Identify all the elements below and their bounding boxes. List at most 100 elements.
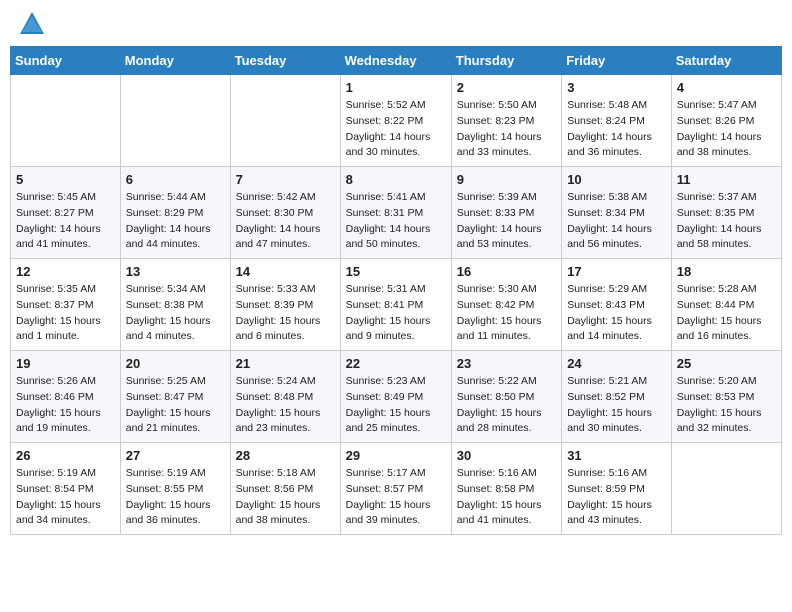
day-number: 24 [567,356,666,371]
day-number: 12 [16,264,115,279]
day-info: Sunrise: 5:47 AMSunset: 8:26 PMDaylight:… [677,98,776,161]
day-number: 11 [677,172,776,187]
day-number: 18 [677,264,776,279]
day-number: 16 [457,264,556,279]
day-number: 19 [16,356,115,371]
day-info: Sunrise: 5:20 AMSunset: 8:53 PMDaylight:… [677,374,776,437]
day-info: Sunrise: 5:25 AMSunset: 8:47 PMDaylight:… [126,374,225,437]
weekday-header-friday: Friday [562,47,672,75]
day-info: Sunrise: 5:17 AMSunset: 8:57 PMDaylight:… [346,466,446,529]
day-number: 4 [677,80,776,95]
day-number: 31 [567,448,666,463]
calendar-day-9: 9 Sunrise: 5:39 AMSunset: 8:33 PMDaylight… [451,167,561,259]
day-number: 30 [457,448,556,463]
calendar-day-26: 26 Sunrise: 5:19 AMSunset: 8:54 PMDayligh… [11,443,121,535]
day-number: 23 [457,356,556,371]
day-number: 5 [16,172,115,187]
day-number: 8 [346,172,446,187]
calendar-day-31: 31 Sunrise: 5:16 AMSunset: 8:59 PMDayligh… [562,443,672,535]
day-info: Sunrise: 5:16 AMSunset: 8:59 PMDaylight:… [567,466,666,529]
day-info: Sunrise: 5:34 AMSunset: 8:38 PMDaylight:… [126,282,225,345]
calendar-day-10: 10 Sunrise: 5:38 AMSunset: 8:34 PMDayligh… [562,167,672,259]
calendar-day-18: 18 Sunrise: 5:28 AMSunset: 8:44 PMDayligh… [671,259,781,351]
calendar-day-5: 5 Sunrise: 5:45 AMSunset: 8:27 PMDaylight… [11,167,121,259]
day-info: Sunrise: 5:19 AMSunset: 8:54 PMDaylight:… [16,466,115,529]
day-number: 13 [126,264,225,279]
calendar-week-row: 1 Sunrise: 5:52 AMSunset: 8:22 PMDaylight… [11,75,782,167]
day-number: 1 [346,80,446,95]
weekday-header-monday: Monday [120,47,230,75]
calendar-week-row: 19 Sunrise: 5:26 AMSunset: 8:46 PMDayligh… [11,351,782,443]
day-number: 3 [567,80,666,95]
day-number: 21 [236,356,335,371]
day-info: Sunrise: 5:28 AMSunset: 8:44 PMDaylight:… [677,282,776,345]
day-info: Sunrise: 5:38 AMSunset: 8:34 PMDaylight:… [567,190,666,253]
calendar-day-1: 1 Sunrise: 5:52 AMSunset: 8:22 PMDaylight… [340,75,451,167]
day-info: Sunrise: 5:26 AMSunset: 8:46 PMDaylight:… [16,374,115,437]
page-header [10,10,782,38]
calendar-day-3: 3 Sunrise: 5:48 AMSunset: 8:24 PMDaylight… [562,75,672,167]
day-info: Sunrise: 5:29 AMSunset: 8:43 PMDaylight:… [567,282,666,345]
day-number: 26 [16,448,115,463]
calendar-day-6: 6Sunrise: 5:44 AMSunset: 8:29 PMDaylight… [120,167,230,259]
calendar-day-19: 19 Sunrise: 5:26 AMSunset: 8:46 PMDayligh… [11,351,121,443]
logo [14,10,46,38]
calendar-day-8: 8 Sunrise: 5:41 AMSunset: 8:31 PMDaylight… [340,167,451,259]
logo-icon [18,10,46,38]
day-number: 6 [126,172,225,187]
calendar-empty-cell [671,443,781,535]
day-info: Sunrise: 5:52 AMSunset: 8:22 PMDaylight:… [346,98,446,161]
weekday-header-wednesday: Wednesday [340,47,451,75]
calendar-day-23: 23Sunrise: 5:22 AMSunset: 8:50 PMDayligh… [451,351,561,443]
weekday-header-thursday: Thursday [451,47,561,75]
calendar-day-17: 17 Sunrise: 5:29 AMSunset: 8:43 PMDayligh… [562,259,672,351]
calendar-day-21: 21 Sunrise: 5:24 AMSunset: 8:48 PMDayligh… [230,351,340,443]
weekday-header-row: SundayMondayTuesdayWednesdayThursdayFrid… [11,47,782,75]
day-info: Sunrise: 5:18 AMSunset: 8:56 PMDaylight:… [236,466,335,529]
day-info: Sunrise: 5:23 AMSunset: 8:49 PMDaylight:… [346,374,446,437]
day-number: 25 [677,356,776,371]
day-info: Sunrise: 5:35 AMSunset: 8:37 PMDaylight:… [16,282,115,345]
day-number: 10 [567,172,666,187]
day-info: Sunrise: 5:41 AMSunset: 8:31 PMDaylight:… [346,190,446,253]
day-info: Sunrise: 5:45 AMSunset: 8:27 PMDaylight:… [16,190,115,253]
calendar-week-row: 5 Sunrise: 5:45 AMSunset: 8:27 PMDaylight… [11,167,782,259]
day-number: 2 [457,80,556,95]
day-info: Sunrise: 5:21 AMSunset: 8:52 PMDaylight:… [567,374,666,437]
day-info: Sunrise: 5:24 AMSunset: 8:48 PMDaylight:… [236,374,335,437]
calendar-empty-cell [120,75,230,167]
calendar-empty-cell [230,75,340,167]
day-info: Sunrise: 5:16 AMSunset: 8:58 PMDaylight:… [457,466,556,529]
calendar-week-row: 12 Sunrise: 5:35 AMSunset: 8:37 PMDayligh… [11,259,782,351]
calendar-day-24: 24 Sunrise: 5:21 AMSunset: 8:52 PMDayligh… [562,351,672,443]
day-number: 17 [567,264,666,279]
day-number: 9 [457,172,556,187]
calendar-day-30: 30 Sunrise: 5:16 AMSunset: 8:58 PMDayligh… [451,443,561,535]
day-number: 28 [236,448,335,463]
day-number: 7 [236,172,335,187]
calendar-day-27: 27 Sunrise: 5:19 AMSunset: 8:55 PMDayligh… [120,443,230,535]
day-info: Sunrise: 5:50 AMSunset: 8:23 PMDaylight:… [457,98,556,161]
day-info: Sunrise: 5:39 AMSunset: 8:33 PMDaylight:… [457,190,556,253]
calendar-table: SundayMondayTuesdayWednesdayThursdayFrid… [10,46,782,535]
calendar-day-28: 28 Sunrise: 5:18 AMSunset: 8:56 PMDayligh… [230,443,340,535]
calendar-day-13: 13 Sunrise: 5:34 AMSunset: 8:38 PMDayligh… [120,259,230,351]
weekday-header-sunday: Sunday [11,47,121,75]
day-info: Sunrise: 5:31 AMSunset: 8:41 PMDaylight:… [346,282,446,345]
day-info: Sunrise: 5:48 AMSunset: 8:24 PMDaylight:… [567,98,666,161]
day-number: 29 [346,448,446,463]
calendar-day-12: 12 Sunrise: 5:35 AMSunset: 8:37 PMDayligh… [11,259,121,351]
calendar-day-14: 14Sunrise: 5:33 AMSunset: 8:39 PMDayligh… [230,259,340,351]
calendar-day-7: 7Sunrise: 5:42 AMSunset: 8:30 PMDaylight… [230,167,340,259]
day-number: 14 [236,264,335,279]
calendar-day-20: 20 Sunrise: 5:25 AMSunset: 8:47 PMDayligh… [120,351,230,443]
calendar-day-22: 22 Sunrise: 5:23 AMSunset: 8:49 PMDayligh… [340,351,451,443]
calendar-day-15: 15 Sunrise: 5:31 AMSunset: 8:41 PMDayligh… [340,259,451,351]
day-info: Sunrise: 5:19 AMSunset: 8:55 PMDaylight:… [126,466,225,529]
calendar-day-29: 29 Sunrise: 5:17 AMSunset: 8:57 PMDayligh… [340,443,451,535]
day-number: 27 [126,448,225,463]
day-number: 22 [346,356,446,371]
calendar-day-25: 25 Sunrise: 5:20 AMSunset: 8:53 PMDayligh… [671,351,781,443]
day-number: 15 [346,264,446,279]
day-number: 20 [126,356,225,371]
